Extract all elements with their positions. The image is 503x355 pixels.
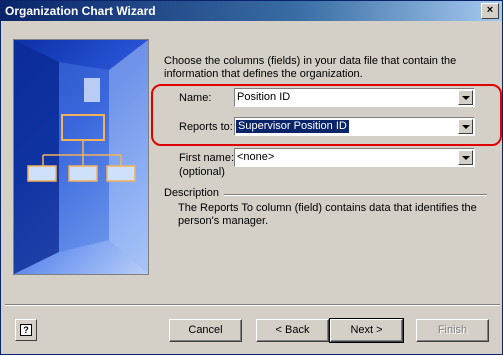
name-label: Name: — [179, 92, 212, 104]
chevron-down-icon[interactable] — [458, 90, 473, 105]
close-icon: × — [486, 4, 494, 16]
window-title: Organization Chart Wizard — [5, 4, 156, 18]
title-bar: Organization Chart Wizard × — [1, 1, 502, 21]
reports-to-dropdown[interactable]: Supervisor Position ID — [234, 117, 475, 136]
first-name-label: First name: — [179, 152, 235, 164]
name-dropdown[interactable]: Position ID — [234, 88, 475, 107]
wizard-window: Organization Chart Wizard × Choose the c… — [0, 0, 503, 355]
name-dropdown-value: Position ID — [237, 91, 291, 103]
description-text: The Reports To column (field) contains d… — [178, 202, 477, 227]
footer-divider — [5, 304, 500, 306]
finish-button: Finish — [416, 319, 489, 342]
help-icon: ? — [20, 324, 32, 336]
optional-label: (optional) — [179, 166, 225, 178]
org-chart-illustration-icon — [14, 40, 148, 274]
reports-to-dropdown-value: Supervisor Position ID — [236, 120, 349, 133]
help-button[interactable]: ? — [15, 319, 37, 341]
next-button[interactable]: Next > — [329, 318, 404, 343]
first-name-dropdown-value: <none> — [237, 151, 275, 163]
chevron-down-icon[interactable] — [458, 119, 473, 134]
cancel-button[interactable]: Cancel — [169, 319, 242, 342]
description-divider — [224, 194, 487, 196]
description-heading: Description — [164, 187, 220, 199]
first-name-dropdown[interactable]: <none> — [234, 148, 475, 167]
close-button[interactable]: × — [481, 3, 499, 19]
reports-to-label: Reports to: — [179, 121, 233, 133]
intro-text: Choose the columns (fields) in your data… — [164, 55, 457, 80]
back-button[interactable]: < Back — [256, 319, 329, 342]
chevron-down-icon[interactable] — [458, 150, 473, 165]
wizard-illustration — [13, 39, 149, 275]
